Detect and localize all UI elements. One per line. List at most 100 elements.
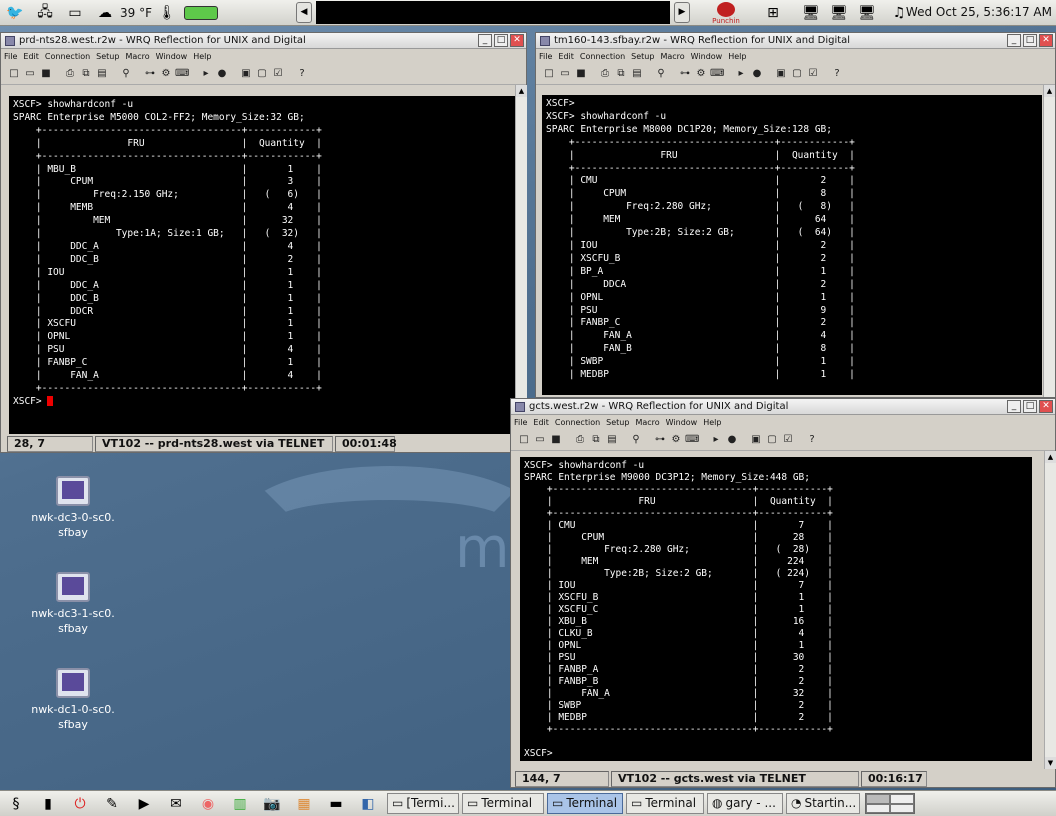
drive-icon[interactable]: ▭	[64, 3, 86, 23]
task-gary[interactable]: ◍ gary - ...	[707, 793, 783, 814]
print-icon[interactable]: ⎙	[573, 433, 587, 447]
desktop-icon-nwk-dc3-0[interactable]: nwk-dc3-0-sc0. sfbay	[28, 476, 118, 540]
open-icon[interactable]: ▭	[533, 433, 547, 447]
menu-macro[interactable]: Macro	[635, 418, 659, 427]
maximize-icon[interactable]: □	[1023, 400, 1037, 413]
close-icon[interactable]: ✕	[1039, 400, 1053, 413]
paste-icon[interactable]: ▤	[605, 433, 619, 447]
save-icon[interactable]: ■	[574, 67, 588, 81]
menu-edit[interactable]: Edit	[533, 418, 549, 427]
find-icon[interactable]: ⚲	[629, 433, 643, 447]
workspace-3[interactable]	[866, 803, 890, 813]
scroll-down-icon[interactable]: ▼	[1045, 757, 1056, 769]
paste-icon[interactable]: ▤	[630, 67, 644, 81]
new-icon[interactable]: □	[7, 67, 21, 81]
power-icon[interactable]: ⏻	[69, 794, 91, 814]
scroll-up-icon[interactable]: ▲	[1045, 451, 1056, 463]
display-icon[interactable]: 🖥	[856, 3, 878, 23]
menu-file[interactable]: File	[539, 52, 552, 61]
workspace-2[interactable]	[890, 794, 914, 804]
terminal-window-prd-nts28[interactable]: prd-nts28.west.r2w - WRQ Reflection for …	[0, 32, 527, 453]
copy-icon[interactable]: ⧉	[614, 67, 628, 81]
task-terminal-4[interactable]: ▭ Terminal	[626, 793, 704, 814]
workspace-4[interactable]	[890, 803, 914, 813]
minimize-icon[interactable]: _	[1007, 400, 1021, 413]
menu-setup[interactable]: Setup	[606, 418, 629, 427]
terminal-screen[interactable]: XSCF> XSCF> showhardconf -u SPARC Enterpri…	[542, 95, 1042, 395]
menu-file[interactable]: File	[514, 418, 527, 427]
thunderbird-icon[interactable]: ✉	[165, 794, 187, 814]
connect-icon[interactable]: ⊶	[678, 67, 692, 81]
task-starting[interactable]: ◔ Startin...	[786, 793, 860, 814]
thermometer-icon[interactable]: 🌡	[156, 3, 178, 23]
battery-icon[interactable]	[184, 5, 218, 20]
notes-icon[interactable]: ▦	[293, 794, 315, 814]
find-icon[interactable]: ⚲	[119, 67, 133, 81]
scroll-right-arrow-icon[interactable]: ▶	[674, 2, 690, 23]
check-icon[interactable]: ☑	[271, 67, 285, 81]
menu-connection[interactable]: Connection	[45, 52, 90, 61]
find-icon[interactable]: ⚲	[654, 67, 668, 81]
menu-window[interactable]: Window	[156, 52, 188, 61]
keyboard-icon[interactable]: ⌨	[175, 67, 189, 81]
check-icon[interactable]: ☑	[781, 433, 795, 447]
desktop-icon-nwk-dc1-0[interactable]: nwk-dc1-0-sc0. sfbay	[28, 668, 118, 732]
scroll-left-arrow-icon[interactable]: ◀	[296, 2, 312, 23]
connect-icon[interactable]: ⊶	[653, 433, 667, 447]
chat-icon[interactable]: ▢	[255, 67, 269, 81]
terminal-window-gcts[interactable]: gcts.west.r2w - WRQ Reflection for UNIX …	[510, 398, 1056, 788]
network-icon[interactable]: 🖧	[34, 3, 56, 23]
display-icon[interactable]: 🖥	[828, 3, 850, 23]
paste-icon[interactable]: ▤	[95, 67, 109, 81]
network-map-icon[interactable]: ⊞	[762, 3, 784, 23]
keyboard-icon[interactable]: ⌨	[685, 433, 699, 447]
terminal-icon[interactable]: ▶	[133, 794, 155, 814]
edit-icon[interactable]: ✎	[101, 794, 123, 814]
task-terminal-2[interactable]: ▭ Terminal	[462, 793, 544, 814]
settings-icon[interactable]: ⚙	[159, 67, 173, 81]
task-terminal-1[interactable]: ▭ [Termi...	[387, 793, 459, 814]
window-titlebar[interactable]: gcts.west.r2w - WRQ Reflection for UNIX …	[511, 399, 1055, 415]
weather-icon[interactable]: ☁	[94, 3, 116, 23]
lock-icon[interactable]: ▮	[37, 794, 59, 814]
save-icon[interactable]: ■	[39, 67, 53, 81]
record-icon[interactable]: ●	[725, 433, 739, 447]
distribution-icon[interactable]: 🐦	[4, 3, 26, 23]
menu-window[interactable]: Window	[691, 52, 723, 61]
punchin-icon[interactable]: Punchin	[712, 0, 740, 26]
settings-icon[interactable]: ⚙	[694, 67, 708, 81]
window-titlebar[interactable]: tm160-143.sfbay.r2w - WRQ Reflection for…	[536, 33, 1055, 49]
window-titlebar[interactable]: prd-nts28.west.r2w - WRQ Reflection for …	[1, 33, 526, 49]
window-icon[interactable]: ▣	[774, 67, 788, 81]
play-icon[interactable]: ▸	[709, 433, 723, 447]
play-icon[interactable]: ▸	[734, 67, 748, 81]
copy-icon[interactable]: ⧉	[589, 433, 603, 447]
menu-help[interactable]: Help	[728, 52, 746, 61]
desktop-icon-nwk-dc3-1[interactable]: nwk-dc3-1-sc0. sfbay	[28, 572, 118, 636]
terminal-window-tm160-143[interactable]: tm160-143.sfbay.r2w - WRQ Reflection for…	[535, 32, 1056, 398]
system-monitor-icon[interactable]: ▥	[229, 794, 251, 814]
menu-icon[interactable]: §	[5, 794, 27, 814]
open-icon[interactable]: ▭	[23, 67, 37, 81]
task-terminal-3[interactable]: ▭ Terminal	[547, 793, 623, 814]
copy-icon[interactable]: ⧉	[79, 67, 93, 81]
minimize-icon[interactable]: _	[1007, 34, 1021, 47]
menu-window[interactable]: Window	[666, 418, 698, 427]
record-icon[interactable]: ●	[215, 67, 229, 81]
firefox-icon[interactable]: ◉	[197, 794, 219, 814]
help-icon[interactable]: ?	[805, 433, 819, 447]
menu-edit[interactable]: Edit	[23, 52, 39, 61]
scroll-up-icon[interactable]: ▲	[516, 85, 527, 97]
print-icon[interactable]: ⎙	[598, 67, 612, 81]
chat-icon[interactable]: ▢	[765, 433, 779, 447]
menu-connection[interactable]: Connection	[555, 418, 600, 427]
menu-edit[interactable]: Edit	[558, 52, 574, 61]
chat-icon[interactable]: ▢	[790, 67, 804, 81]
scroll-up-icon[interactable]: ▲	[1044, 85, 1055, 97]
vertical-scrollbar[interactable]: ▲▼	[1044, 451, 1056, 769]
new-icon[interactable]: □	[517, 433, 531, 447]
menu-macro[interactable]: Macro	[125, 52, 149, 61]
check-icon[interactable]: ☑	[806, 67, 820, 81]
minimize-icon[interactable]: _	[478, 34, 492, 47]
weather-temperature[interactable]: 39 °F	[120, 6, 152, 20]
